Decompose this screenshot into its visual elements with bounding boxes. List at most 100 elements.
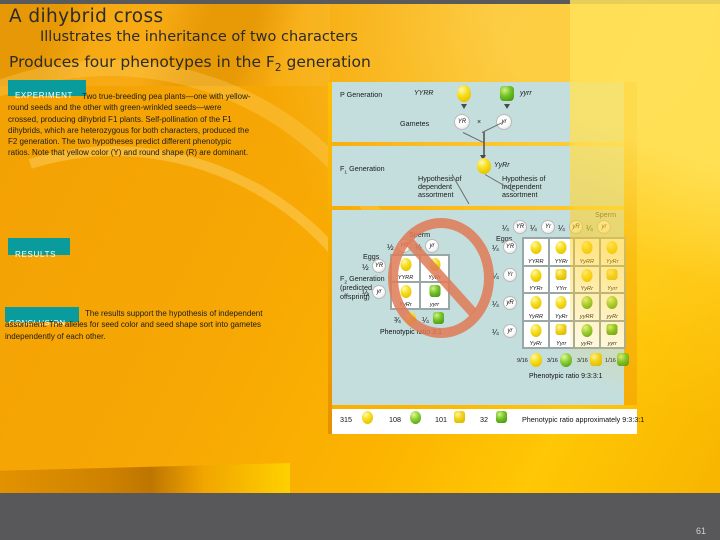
punnett-cell-genotype: yyRR	[579, 313, 594, 320]
punnett-cell: YyRR	[523, 293, 549, 321]
page-title: A dihybrid cross	[9, 6, 164, 27]
observed-ratio-label: Phenotypic ratio approximately 9:3:3:1	[522, 415, 645, 424]
seed-yellow-round-icon	[530, 296, 542, 310]
seed-yellow-wrinkled-icon	[590, 353, 602, 366]
dependent-egg-gamete-1: yr	[372, 285, 386, 299]
cross-stem	[483, 132, 485, 156]
punnett-cell: Yyrr	[548, 320, 574, 348]
punnett-cell-genotype: YyRr	[555, 313, 568, 320]
top-bar	[0, 0, 720, 4]
punnett-cell-genotype: YyRR	[579, 258, 595, 265]
punnett-square-independent: YYRR YYRr YyRR YyRr YYRr YYrr YyRr Yyrr YyRR YyRr…	[522, 237, 626, 349]
independent-sperm-fraction-1: ¼	[530, 224, 537, 233]
cross-symbol: ×	[477, 119, 482, 126]
punnett-cell-genotype: YYRr	[554, 258, 568, 265]
seed-yellow-round-icon	[606, 241, 618, 255]
punnett-cell: YYRr	[523, 265, 549, 293]
independent-phenotype-fraction-3: 1/16	[605, 358, 616, 364]
punnett-cell: yyRR	[574, 293, 600, 321]
independent-egg-gamete-1: Yr	[503, 268, 517, 282]
punnett-cell-genotype: YYRR	[527, 258, 544, 265]
punnett-cell-genotype: YyRr	[606, 258, 619, 265]
dependent-egg-fraction-1: ½	[362, 289, 369, 298]
independent-sperm-gamete-0: YR	[513, 220, 527, 234]
experiment-body: Two true-breeding pea plants—one with ye…	[8, 92, 251, 158]
independent-egg-gamete-0: YR	[503, 240, 517, 254]
independent-egg-fraction-2: ¼	[492, 300, 499, 309]
footer-wedge	[0, 463, 290, 493]
punnett-cell: yyRr	[599, 293, 625, 321]
seed-yellow-round-icon	[530, 268, 542, 282]
punnett-cell: YyRR	[574, 238, 600, 266]
independent-egg-fraction-0: ¼	[492, 244, 499, 253]
independent-phenotype-fraction-0: 9/16	[517, 358, 528, 364]
seed-yellow-round-icon	[555, 296, 567, 310]
punnett-cell-genotype: yyrr	[607, 341, 617, 347]
results-tag: RESULTS	[8, 238, 70, 259]
subtitle-phenotypes: Produces four phenotypes in the F2 gener…	[9, 53, 371, 74]
punnett-cell: YyRr	[523, 320, 549, 348]
seed-green-round-icon	[581, 323, 593, 337]
independent-sperm-label: Sperm	[595, 210, 617, 219]
seed-green-wrinkled-icon	[496, 411, 507, 423]
hypothesis-dependent-label: Hypothesis of dependent assortment	[418, 174, 462, 199]
punnett-cell-genotype: YyRr	[580, 286, 593, 292]
experiment-text: Two true-breeding pea plants—one with ye…	[8, 91, 253, 159]
dependent-egg-gamete-0: YR	[372, 259, 386, 273]
footer-bar	[0, 493, 720, 540]
independent-ratio-label: Phenotypic ratio 9:3:3:1	[529, 373, 603, 380]
observed-count-2: 101	[435, 415, 447, 424]
p-gamete-left: YR	[454, 114, 470, 130]
punnett-cell-genotype: yyRr	[606, 313, 619, 320]
seed-yellow-round-icon	[530, 353, 542, 367]
punnett-cell: YYrr	[548, 265, 574, 293]
observed-count-1: 108	[389, 415, 401, 424]
p-parent-left-genotype: YYRR	[414, 90, 434, 97]
independent-phenotype-fraction-1: 3/16	[547, 358, 558, 364]
subtitle-part-b: generation	[281, 53, 371, 71]
seed-green-round-icon	[410, 411, 421, 424]
punnett-cell: yyRr	[574, 320, 600, 348]
seed-yellow-round-icon	[581, 241, 593, 255]
independent-sperm-fraction-2: ¼	[558, 224, 565, 233]
p-gamete-right: yr	[496, 114, 512, 130]
seed-yellow-wrinkled-icon	[555, 323, 567, 335]
punnett-cell-genotype: yyRr	[581, 341, 593, 347]
punnett-cell: YyRr	[574, 265, 600, 293]
conclusion-body: The results support the hypothesis of in…	[5, 309, 263, 341]
gametes-label: Gametes	[400, 119, 430, 128]
seed-yellow-round-icon	[362, 411, 373, 424]
independent-sperm-gamete-1: Yr	[541, 220, 555, 234]
dependent-phenotype-fraction-0: ¾	[394, 316, 401, 325]
seed-green-round-icon	[581, 296, 593, 310]
hypothesis-independent-label: Hypothesis of independent assortment	[502, 174, 546, 199]
panel-right-edge	[624, 82, 637, 405]
p-parent-right-genotype: yyrr	[520, 90, 532, 97]
seed-yellow-round-icon	[555, 241, 567, 255]
seed-green-round-icon	[560, 353, 572, 367]
punnett-cell-genotype: YyRr	[529, 341, 542, 347]
arrow-down-icon	[461, 104, 467, 109]
independent-sperm-fraction-0: ¼	[502, 224, 509, 233]
independent-egg-gamete-3: yr	[503, 324, 517, 338]
independent-egg-fraction-3: ¼	[492, 328, 499, 337]
seed-green-round-icon	[606, 296, 618, 310]
subtitle-part-a: Produces four phenotypes in the F	[9, 53, 275, 71]
seed-yellow-round-icon	[530, 323, 542, 337]
punnett-cell-genotype: YYrr	[555, 286, 567, 292]
independent-phenotype-fraction-2: 3/16	[577, 358, 588, 364]
seed-green-wrinkled-icon	[617, 353, 629, 366]
punnett-cell: YyRr	[599, 238, 625, 266]
p-generation-label: P Generation	[340, 90, 383, 99]
seed-yellow-round-icon	[581, 268, 593, 282]
subtitle-inheritance: Illustrates the inheritance of two chara…	[40, 29, 358, 45]
observed-count-3: 32	[480, 415, 488, 424]
conclusion-text: The results support the hypothesis of in…	[5, 308, 297, 342]
slide-canvas: A dihybrid cross Illustrates the inherit…	[0, 0, 720, 540]
punnett-cell-genotype: YyRR	[528, 313, 544, 320]
f1-genotype: YyRr	[494, 162, 510, 169]
slide-number: 61	[695, 526, 706, 536]
punnett-cell-genotype: YYRr	[529, 286, 543, 292]
subtitle-f2-subscript: 2	[274, 62, 282, 75]
punnett-cell: Yyrr	[599, 265, 625, 293]
